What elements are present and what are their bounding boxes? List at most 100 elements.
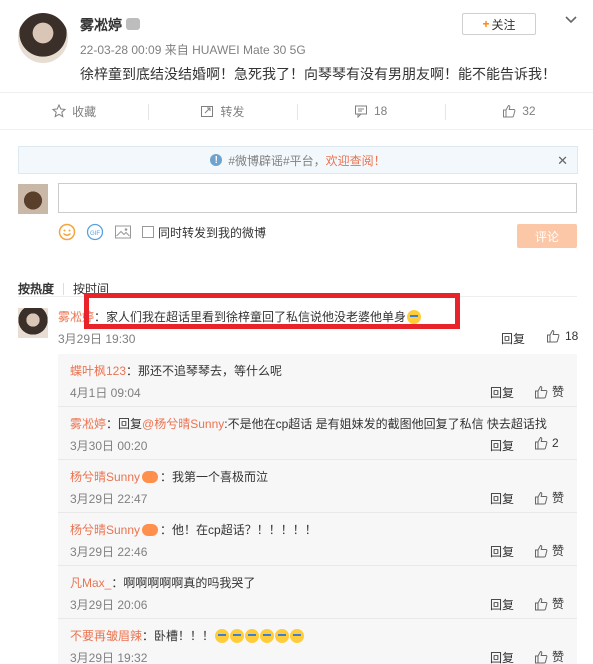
notice-text: #微博辟谣#平台， xyxy=(228,153,326,168)
like-icon xyxy=(535,597,548,610)
follow-button[interactable]: + 关注 xyxy=(462,13,536,35)
reply-like-button[interactable]: 赞 xyxy=(534,648,564,664)
reply-text: 凡Max_：啊啊啊啊啊真的吗我哭了 xyxy=(70,574,255,591)
reply-button[interactable]: 回复 xyxy=(490,490,514,507)
reply-author[interactable]: 杨兮晴Sunny xyxy=(70,470,140,484)
reply-text: 杨兮晴Sunny ：我第一个喜极而泣 xyxy=(70,468,268,485)
mention-link[interactable]: @杨兮晴Sunny xyxy=(142,417,224,431)
reply-button[interactable]: 回复 xyxy=(490,543,514,560)
favorite-label: 收藏 xyxy=(72,104,97,119)
reply-like-label: 赞 xyxy=(552,491,565,505)
info-icon: ! xyxy=(210,154,223,166)
reply-date: 3月29日 20:06 xyxy=(70,598,148,612)
reply-body: ：卧槽！！！ xyxy=(142,629,215,643)
reply-date: 4月1日 09:04 xyxy=(70,386,141,400)
repost-checkbox-label[interactable]: 同时转发到我的微博 xyxy=(158,224,266,241)
comment-date: 3月29日 19:30 xyxy=(58,332,136,346)
reply-button[interactable]: 回复 xyxy=(490,437,514,454)
reply-text: 蝶叶枫123：那还不追琴琴去，等什么呢 xyxy=(70,362,282,379)
reply-author[interactable]: 凡Max_ xyxy=(70,576,111,590)
comment-count: 18 xyxy=(373,104,388,118)
rumor-notice-bar: ! #微博辟谣#平台， 欢迎查阅！ ✕ xyxy=(18,146,578,174)
gif-icon[interactable]: GIF xyxy=(86,223,104,241)
repost-icon xyxy=(201,106,214,117)
crying-emoji-icon xyxy=(275,629,290,643)
crying-emoji-icon xyxy=(290,629,305,643)
post-action-bar: 收藏 转发 18 32 xyxy=(0,92,593,130)
like-button[interactable]: 32 xyxy=(444,93,593,129)
reply-author[interactable]: 不要再皱眉辣 xyxy=(70,629,142,643)
reply-button[interactable]: 回复 xyxy=(490,384,514,401)
crying-emoji-icon xyxy=(230,629,245,643)
plus-icon: + xyxy=(482,17,490,31)
svg-text:GIF: GIF xyxy=(90,231,100,237)
reply-item: 杨兮晴Sunny ：我第一个喜极而泣 3月29日 22:47 回复 赞 xyxy=(58,460,577,513)
reply-button[interactable]: 回复 xyxy=(490,596,514,613)
reply-body: :不是他在cp超话 是有姐妹发的截图他回复了私信 快去超话找 xyxy=(224,417,547,431)
comment-like-count: 18 xyxy=(565,329,579,343)
reply-like-button[interactable]: 赞 xyxy=(534,383,564,400)
post-content: 徐梓童到底结没结婚啊！急死我了！向琴琴有没有男朋友啊！能不能告诉我！ xyxy=(80,66,556,82)
reply-like-label: 赞 xyxy=(552,650,565,664)
star-icon xyxy=(52,104,67,118)
repost-checkbox[interactable] xyxy=(142,226,154,238)
close-icon[interactable]: ✕ xyxy=(557,153,568,169)
reply-item: 凡Max_：啊啊啊啊啊真的吗我哭了 3月29日 20:06 回复 赞 xyxy=(58,566,577,619)
reply-button[interactable]: 回复 xyxy=(490,649,514,664)
like-icon xyxy=(535,436,548,450)
reply-body: ：他！在cp超话？！！！！！ xyxy=(160,523,317,537)
reply-author[interactable]: 雾凇婷 xyxy=(70,417,106,431)
favorite-button[interactable]: 收藏 xyxy=(0,93,148,129)
reply-like-button[interactable]: 2 xyxy=(534,436,559,450)
comment-input[interactable] xyxy=(58,183,577,213)
submit-comment-button[interactable]: 评论 xyxy=(517,224,577,248)
comment-button[interactable]: 18 xyxy=(296,93,445,129)
reply-like-button[interactable]: 赞 xyxy=(534,595,564,612)
like-icon xyxy=(547,329,560,343)
reply-item: 雾凇婷：回复@杨兮晴Sunny:不是他在cp超话 是有姐妹发的截图他回复了私信 … xyxy=(58,407,577,460)
reply-button[interactable]: 回复 xyxy=(501,330,525,347)
composer-tools: GIF 同时转发到我的微博 xyxy=(58,223,266,241)
reply-like-button[interactable]: 赞 xyxy=(534,542,564,559)
tab-sort-hot[interactable]: 按热度 xyxy=(18,280,54,297)
commenter-avatar[interactable] xyxy=(18,308,48,338)
reply-body: ：啊啊啊啊啊真的吗我哭了 xyxy=(111,576,256,590)
vip-badge-icon xyxy=(142,524,159,536)
divider xyxy=(63,282,65,295)
reply-author[interactable]: 杨兮晴Sunny xyxy=(70,523,140,537)
like-icon xyxy=(535,544,548,557)
reply-item: 蝶叶枫123：那还不追琴琴去，等什么呢 4月1日 09:04 回复 赞 xyxy=(58,354,577,407)
like-count: 32 xyxy=(522,104,536,118)
notice-link[interactable]: 欢迎查阅！ xyxy=(326,152,386,169)
like-icon xyxy=(535,385,548,398)
chevron-down-icon[interactable] xyxy=(564,12,578,26)
reply-author[interactable]: 蝶叶枫123 xyxy=(70,364,126,378)
vip-badge-icon xyxy=(142,471,159,483)
reply-date: 3月29日 22:46 xyxy=(70,545,148,559)
follow-label: 关注 xyxy=(491,17,516,32)
reply-item: 杨兮晴Sunny ：他！在cp超话？！！！！！ 3月29日 22:46 回复 赞 xyxy=(58,513,577,566)
comment-like-button[interactable]: 18 xyxy=(546,329,578,343)
crying-emoji-icon xyxy=(260,629,275,643)
author-name[interactable]: 雾凇婷 xyxy=(80,15,122,35)
reply-body: ：那还不追琴琴去，等什么呢 xyxy=(126,364,283,378)
repost-button[interactable]: 转发 xyxy=(148,93,296,129)
annotation-highlight-box xyxy=(84,293,460,329)
reply-list: 蝶叶枫123：那还不追琴琴去，等什么呢 4月1日 09:04 回复 赞 雾凇婷：… xyxy=(58,354,577,664)
member-badge-icon xyxy=(126,18,140,30)
reply-date: 3月30日 00:20 xyxy=(70,439,148,453)
reply-item: 不要再皱眉辣：卧槽！！！ 3月29日 19:32 回复 赞 xyxy=(58,619,577,664)
comment-panel: ! #微博辟谣#平台， 欢迎查阅！ ✕ GIF 同时转发到我的微博 评论 按热度… xyxy=(0,130,593,664)
author-avatar[interactable] xyxy=(18,13,68,63)
like-icon xyxy=(535,650,548,663)
reply-like-button[interactable]: 赞 xyxy=(534,489,564,506)
image-icon[interactable] xyxy=(114,223,132,241)
comment-icon xyxy=(354,105,367,118)
reply-text: 雾凇婷：回复@杨兮晴Sunny:不是他在cp超话 是有姐妹发的截图他回复了私信 … xyxy=(70,415,547,432)
like-icon xyxy=(535,491,548,504)
like-icon xyxy=(503,104,516,118)
reply-prefix: ：回复 xyxy=(106,417,143,431)
reply-like-label: 赞 xyxy=(552,544,565,558)
crying-emoji-icon xyxy=(215,629,230,643)
emoji-icon[interactable] xyxy=(58,223,76,241)
